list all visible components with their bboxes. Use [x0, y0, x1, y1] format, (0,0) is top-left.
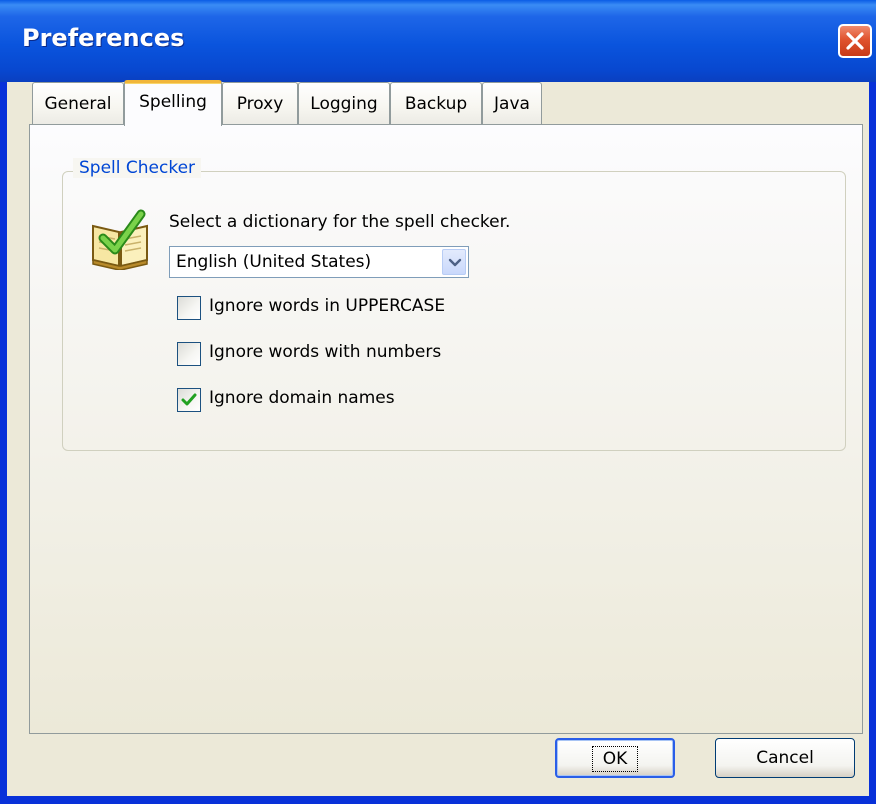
chevron-down-icon [448, 258, 462, 267]
ok-button-label: OK [591, 746, 639, 772]
tab-general[interactable]: General [32, 82, 124, 124]
ignore-numbers-label[interactable]: Ignore words with numbers [209, 342, 441, 362]
ignore-uppercase-checkbox[interactable] [177, 296, 201, 320]
dialog-client-area: General Spelling Proxy Logging Backup Ja… [7, 80, 869, 796]
window-title: Preferences [22, 24, 185, 52]
dictionary-selected-value: English (United States) [176, 252, 372, 272]
dictionary-prompt: Select a dictionary for the spell checke… [169, 212, 511, 232]
ignore-uppercase-label[interactable]: Ignore words in UPPERCASE [209, 296, 445, 316]
ignore-numbers-checkbox[interactable] [177, 342, 201, 366]
title-bar[interactable]: Preferences [0, 0, 876, 82]
spell-checker-group: Spell Checker Select a dictionary for th… [62, 158, 846, 451]
ignore-domain-names-label[interactable]: Ignore domain names [209, 388, 395, 408]
ok-button[interactable]: OK [555, 738, 675, 778]
cancel-button-label: Cancel [756, 748, 814, 768]
cancel-button[interactable]: Cancel [715, 738, 855, 778]
tab-backup[interactable]: Backup [390, 82, 482, 124]
tab-panel-spelling: Spell Checker Select a dictionary for th… [29, 124, 863, 734]
tab-java[interactable]: Java [482, 82, 542, 124]
checkmark-icon [181, 393, 197, 406]
tab-proxy[interactable]: Proxy [222, 82, 298, 124]
spell-check-book-icon [92, 209, 148, 270]
close-button[interactable] [838, 24, 872, 58]
close-icon [846, 32, 864, 50]
group-title: Spell Checker [73, 158, 202, 178]
tab-logging[interactable]: Logging [298, 82, 390, 124]
dictionary-dropdown-button[interactable] [442, 249, 466, 275]
dictionary-select[interactable]: English (United States) [169, 246, 469, 278]
tab-spelling[interactable]: Spelling [124, 80, 222, 126]
preferences-dialog: Preferences General Spelling Proxy Loggi… [0, 0, 876, 804]
ignore-domain-names-checkbox[interactable] [177, 388, 201, 412]
